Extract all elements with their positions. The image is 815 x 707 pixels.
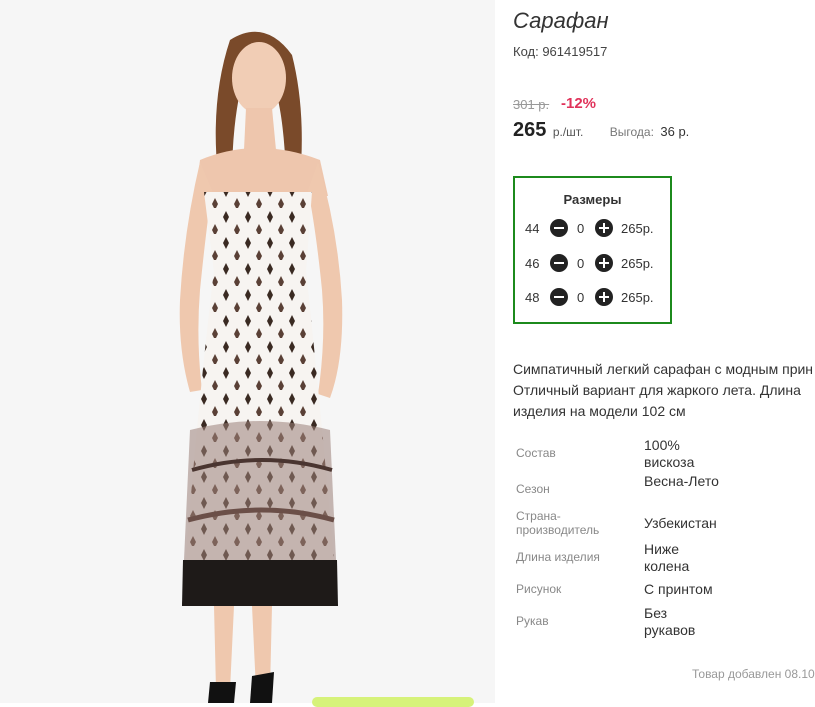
spec-label: Рисунок [516, 582, 562, 596]
description-line: Симпатичный легкий сарафан с модным прин [513, 361, 814, 377]
size-label: 44 [525, 221, 540, 236]
current-price: 265 [513, 119, 547, 141]
sizes-title: Размеры [563, 192, 622, 207]
price-row: 265 р./шт. Выгода: 36 р. [513, 119, 689, 142]
product-photo[interactable] [0, 0, 495, 703]
size-price: 265р. [621, 256, 654, 271]
plus-circle-icon[interactable] [595, 254, 613, 272]
old-price: 301 р. [513, 97, 550, 112]
size-quantity: 0 [577, 290, 585, 305]
spec-value: Ниже колена [644, 541, 690, 574]
spec-label: Сезон [516, 482, 550, 496]
spec-value: С принтом [644, 581, 713, 597]
model-in-dress-image [0, 0, 495, 703]
spec-label: Длина изделия [516, 550, 600, 564]
spec-value: Весна-Лето [644, 473, 719, 489]
spec-value: Без рукавов [644, 605, 696, 638]
added-date: Товар добавлен 08.10 [692, 667, 815, 681]
product-title: Сарафан [513, 8, 609, 33]
size-quantity: 0 [577, 221, 585, 236]
spec-label: Состав [516, 446, 556, 460]
spec-value: Узбекистан [644, 515, 717, 531]
size-quantity: 0 [577, 256, 585, 271]
plus-circle-icon[interactable] [595, 288, 613, 306]
spec-label: Рукав [516, 614, 549, 628]
description-line: изделия на модели 102 см [513, 403, 686, 419]
size-label: 48 [525, 290, 540, 305]
price-unit: р./шт. [552, 125, 584, 139]
minus-circle-icon[interactable] [550, 288, 568, 306]
accent-bar[interactable] [312, 697, 474, 707]
product-description: Симпатичный легкий сарафан с модным прин… [513, 359, 815, 422]
plus-circle-icon[interactable] [595, 219, 613, 237]
minus-circle-icon[interactable] [550, 254, 568, 272]
product-info: Сарафан Код: 961419517 301 р. -12% 265 р… [513, 0, 815, 703]
sizes-panel: Размеры 44 0 265р. 46 0 265р. 48 0 265р. [513, 176, 672, 324]
size-price: 265р. [621, 221, 654, 236]
discount-badge: -12% [561, 95, 597, 112]
size-price: 265р. [621, 290, 654, 305]
product-sku: Код: 961419517 [513, 44, 608, 59]
description-line: Отличный вариант для жаркого лета. Длина [513, 382, 801, 398]
spec-value: 100% вискоза [644, 437, 695, 470]
size-label: 46 [525, 256, 540, 271]
savings-value: 36 р. [660, 124, 690, 139]
minus-circle-icon[interactable] [550, 219, 568, 237]
spec-label: Страна-производитель [516, 509, 600, 537]
savings-label: Выгода: [609, 125, 654, 139]
